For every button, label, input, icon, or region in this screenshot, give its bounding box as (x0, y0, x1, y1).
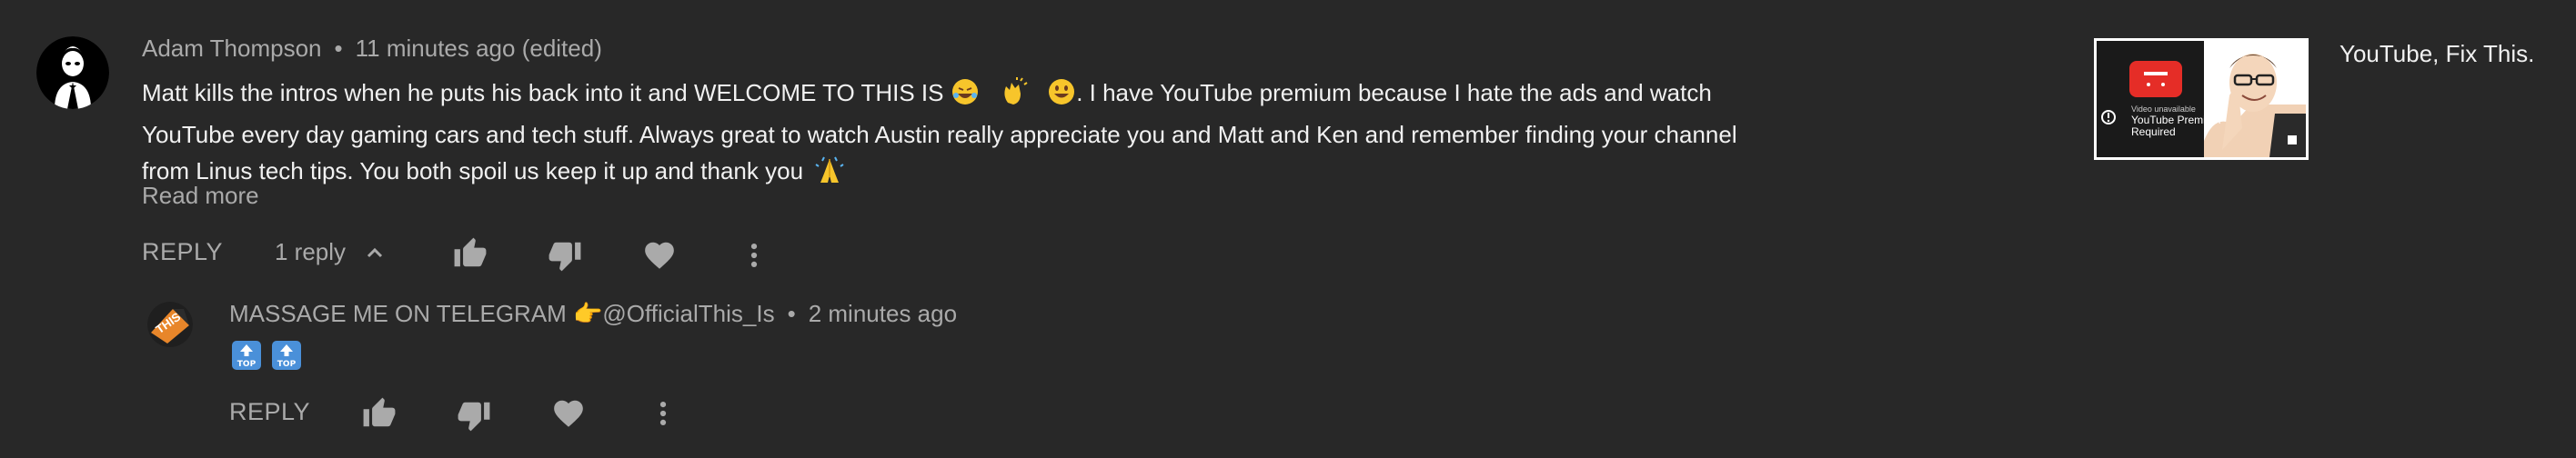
read-more-link[interactable]: Read more (142, 182, 259, 210)
comment-line-2: YouTube every day gaming cars and tech s… (142, 121, 1737, 148)
thumbs-down-icon (548, 238, 582, 273)
folded-hands-emoji-icon (815, 155, 844, 194)
reply-reply-button[interactable]: REPLY (229, 398, 310, 426)
reply-author[interactable]: MASSAGE ME ON TELEGRAM 👉@OfficialThis_Is (229, 300, 775, 327)
thumbs-up-icon (362, 396, 397, 431)
thumb-line-3: Required (2131, 125, 2176, 138)
chevron-up-icon (364, 242, 386, 264)
smiley-emoji-icon (1047, 77, 1076, 116)
thumbs-up-icon (453, 236, 488, 271)
comment-time[interactable]: 11 minutes ago (edited) (356, 35, 602, 62)
svg-text:TOP: TOP (277, 360, 297, 369)
reply-menu-button[interactable] (648, 396, 679, 431)
top-arrow-emoji-icon: TOP (231, 340, 262, 375)
comment-meta: Adam Thompson • 11 minutes ago (edited) (142, 35, 602, 63)
comment-body: Matt kills the intros when he puts his b… (142, 75, 1779, 194)
commenter-avatar[interactable] (36, 36, 109, 109)
comment-author[interactable]: Adam Thompson (142, 35, 322, 62)
more-vertical-icon (648, 396, 679, 431)
video-thumbnail[interactable]: Video unavailable YouTube Premium Requir… (2094, 38, 2309, 160)
meta-separator: • (334, 35, 343, 62)
meta-separator: • (787, 300, 796, 327)
thumb-caption: Video unavailable YouTube Premium Requir… (2131, 105, 2221, 138)
dislike-button[interactable] (548, 238, 582, 273)
reply-meta: MASSAGE ME ON TELEGRAM 👉@OfficialThis_Is… (229, 300, 957, 328)
reply-like-button[interactable] (362, 396, 397, 431)
comment-line-1: Matt kills the intros when he puts his b… (142, 75, 1779, 116)
reply-dislike-button[interactable] (457, 398, 491, 433)
heart-button[interactable] (642, 238, 677, 273)
comment-text: . I have YouTube premium because I hate … (1076, 79, 1712, 106)
comment-menu-button[interactable] (739, 238, 770, 273)
clap-emoji-icon (999, 77, 1028, 116)
top-arrow-emoji-icon: TOP (271, 340, 302, 375)
toggle-replies-button[interactable]: 1 reply (275, 238, 386, 266)
reply-time[interactable]: 2 minutes ago (809, 300, 957, 327)
comment-text: from Linus tech tips. You both spoil us … (142, 157, 804, 184)
thumbs-down-icon (457, 398, 491, 433)
more-vertical-icon (739, 238, 770, 273)
reply-heart-button[interactable] (551, 396, 586, 431)
replies-count: 1 reply (275, 238, 347, 265)
like-button[interactable] (453, 236, 488, 271)
heart-icon (642, 238, 677, 273)
reply-button[interactable]: REPLY (142, 238, 223, 266)
comment-text: Matt kills the intros when he puts his b… (142, 79, 944, 106)
video-title[interactable]: YouTube, Fix This. (2340, 40, 2534, 68)
rofl-emoji-icon (951, 77, 980, 116)
svg-text:TOP: TOP (237, 360, 257, 369)
heart-icon (551, 396, 586, 431)
comment-line-3: from Linus tech tips. You both spoil us … (142, 153, 1779, 194)
reply-avatar[interactable]: THIS (147, 302, 193, 347)
reply-body: TOP TOP (231, 340, 302, 375)
